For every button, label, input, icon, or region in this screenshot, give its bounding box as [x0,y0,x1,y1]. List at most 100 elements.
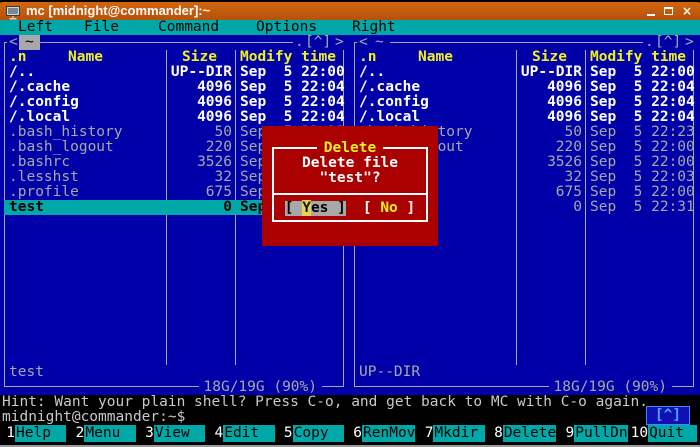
panel-path[interactable]: ~ [19,35,40,50]
command-line-prompt[interactable]: midnight@commander:~$ [2,410,642,425]
file-size: 220 [156,140,232,155]
fkey-quit[interactable]: 10Quit [631,425,700,442]
column-header-name[interactable]: Name [359,50,512,65]
file-size: 0 [156,200,232,215]
history-forward-button[interactable]: > [683,35,696,50]
fkey-label: RenMov [362,425,415,442]
fkey-view[interactable]: 3View [139,425,208,442]
mini-status: UP--DIR [359,365,420,380]
up-directory-button[interactable]: [^] [303,35,333,50]
file-row[interactable]: /..UP--DIRSep 5 22:00 [354,65,695,80]
fkey-menu[interactable]: 2Menu [69,425,138,442]
fkey-edit[interactable]: 4Edit [208,425,277,442]
history-back-button[interactable]: < [357,35,370,50]
file-row[interactable]: /.config4096Sep 5 22:04 [354,95,695,110]
fkey-number: 6 [347,425,362,442]
file-mtime: Sep 5 22:03 [590,170,695,185]
up-directory-button[interactable]: [^] [653,35,683,50]
file-size: 32 [506,170,582,185]
fkey-number: 3 [139,425,154,442]
file-size: 4096 [156,80,232,95]
window-title: mc [midnight@commander]:~ [26,2,210,20]
fkey-number: 8 [488,425,503,442]
dialog-message-line-1: Delete file [262,156,438,171]
file-mtime: Sep 5 22:04 [240,95,345,110]
fkey-number: 7 [418,425,433,442]
minimize-icon[interactable] [647,14,655,16]
file-mtime: Sep 5 22:04 [590,80,695,95]
file-name: .bashrc [9,155,70,170]
column-header-size[interactable]: Size [167,50,232,65]
file-mtime: Sep 5 22:31 [590,200,695,215]
window-titlebar: mc [midnight@commander]:~ × [0,0,700,20]
file-row[interactable]: /.config4096Sep 5 22:04 [4,95,345,110]
dialog-message-line-2: "test"? [262,171,438,186]
panel-path[interactable]: ~ [369,35,390,50]
file-name: /.cache [359,80,420,95]
file-size: 4096 [156,95,232,110]
file-row[interactable]: /.local4096Sep 5 22:04 [354,110,695,125]
free-space-indicator: 18G/19G (90%) [199,380,323,395]
file-name: .bash_logout [9,140,114,155]
history-forward-button[interactable]: > [333,35,346,50]
file-mtime: Sep 5 22:00 [590,185,695,200]
file-size: 4096 [156,110,232,125]
file-size: 675 [506,185,582,200]
fkey-renmov[interactable]: 6RenMov [347,425,418,442]
fkey-label: Copy [293,425,344,442]
fkey-number: 1 [0,425,15,442]
file-size: 3526 [156,155,232,170]
fkey-copy[interactable]: 5Copy [278,425,347,442]
fkey-label: Menu [84,425,135,442]
menu-item-file[interactable]: File [84,20,119,35]
file-row[interactable]: /.cache4096Sep 5 22:04 [4,80,345,95]
fkey-label: Mkdir [433,425,484,442]
menu-item-command[interactable]: Command [158,20,219,35]
column-header-mtime[interactable]: Modify time [588,50,688,65]
fkey-number: 10 [631,425,648,442]
menu-item-left[interactable]: Left [18,20,53,35]
file-name: /.local [359,110,420,125]
column-header-size[interactable]: Size [517,50,582,65]
hint-line: Hint: Want your plain shell? Press C-o, … [2,395,700,410]
fkey-pulldn[interactable]: 9PullDn [559,425,630,442]
fkey-label: PullDn [574,425,627,442]
fkey-label: Edit [223,425,274,442]
file-name: .bash_history [9,125,123,140]
history-back-button[interactable]: < [7,35,20,50]
no-button[interactable]: [ No ] [363,201,415,216]
scroll-up-indicator[interactable]: [^] [646,406,690,425]
file-name: .profile [9,185,79,200]
file-mtime: Sep 5 22:04 [590,95,695,110]
file-size: 675 [156,185,232,200]
fkey-label: Quit [648,425,697,442]
file-name: /.cache [9,80,70,95]
file-row[interactable]: /..UP--DIRSep 5 22:00 [4,65,345,80]
menu-item-right[interactable]: Right [352,20,396,35]
fkey-label: Help [15,425,66,442]
file-size: UP--DIR [156,65,232,80]
dialog-divider [272,193,428,195]
fkey-number: 9 [559,425,574,442]
maximize-icon[interactable] [664,7,673,15]
close-icon[interactable]: × [682,2,692,20]
terminal-screen: Left File Command Options Right < ~ . [^… [0,20,700,445]
file-size: 4096 [506,110,582,125]
mini-status: test [9,365,44,380]
fkey-number: 5 [278,425,293,442]
column-header-name[interactable]: Name [9,50,162,65]
free-space-indicator: 18G/19G (90%) [549,380,673,395]
menu-item-options[interactable]: Options [256,20,317,35]
delete-dialog: Delete Delete file "test"? [ Yes ] [ No … [262,126,438,246]
file-mtime: Sep 5 22:04 [240,110,345,125]
fkey-help[interactable]: 1Help [0,425,69,442]
file-row[interactable]: /.local4096Sep 5 22:04 [4,110,345,125]
yes-button[interactable]: [ Yes ] [285,201,346,216]
file-size: 4096 [506,95,582,110]
file-size: 3526 [506,155,582,170]
file-size: 220 [506,140,582,155]
file-row[interactable]: /.cache4096Sep 5 22:04 [354,80,695,95]
column-header-mtime[interactable]: Modify time [238,50,338,65]
fkey-mkdir[interactable]: 7Mkdir [418,425,487,442]
fkey-delete[interactable]: 8Delete [488,425,559,442]
